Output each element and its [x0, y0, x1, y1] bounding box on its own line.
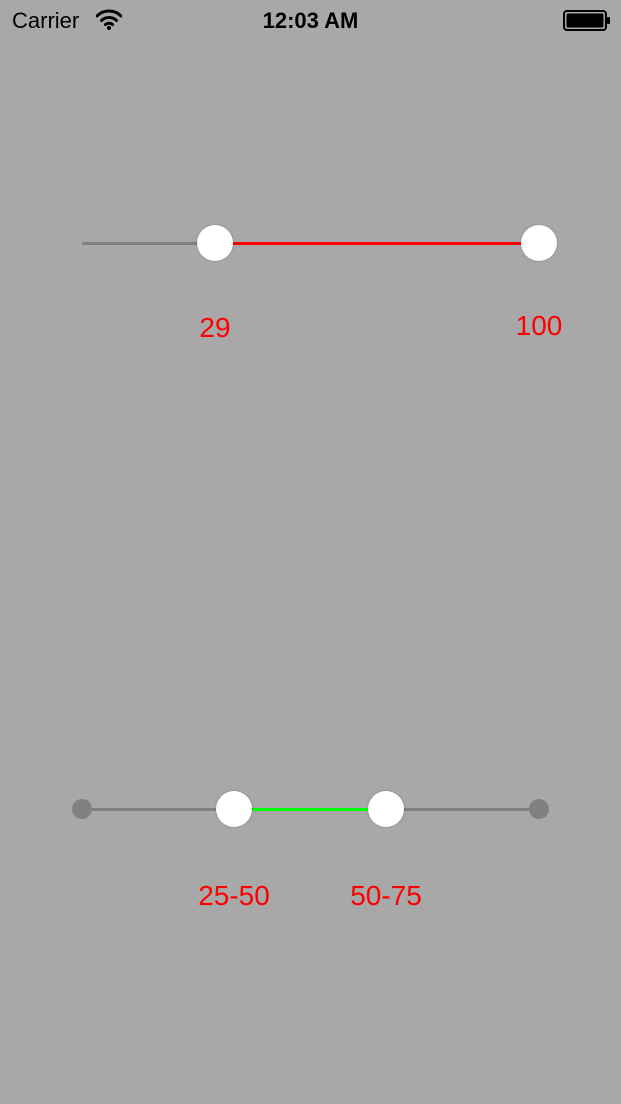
stepped-slider-track-left [82, 808, 234, 811]
stepped-slider-end-dot [529, 799, 549, 819]
stepped-slider-track-right [386, 808, 539, 811]
stepped-slider-start-dot [72, 799, 92, 819]
stepped-slider-upper-value: 50-75 [350, 880, 422, 911]
stepped-slider-upper-thumb[interactable] [368, 791, 404, 827]
stepped-slider-track-fill [234, 808, 386, 811]
stepped-slider-lower-thumb[interactable] [216, 791, 252, 827]
stepped-slider[interactable]: 25-50 50-75 [0, 0, 621, 1000]
stepped-slider-lower-value: 25-50 [198, 880, 270, 911]
